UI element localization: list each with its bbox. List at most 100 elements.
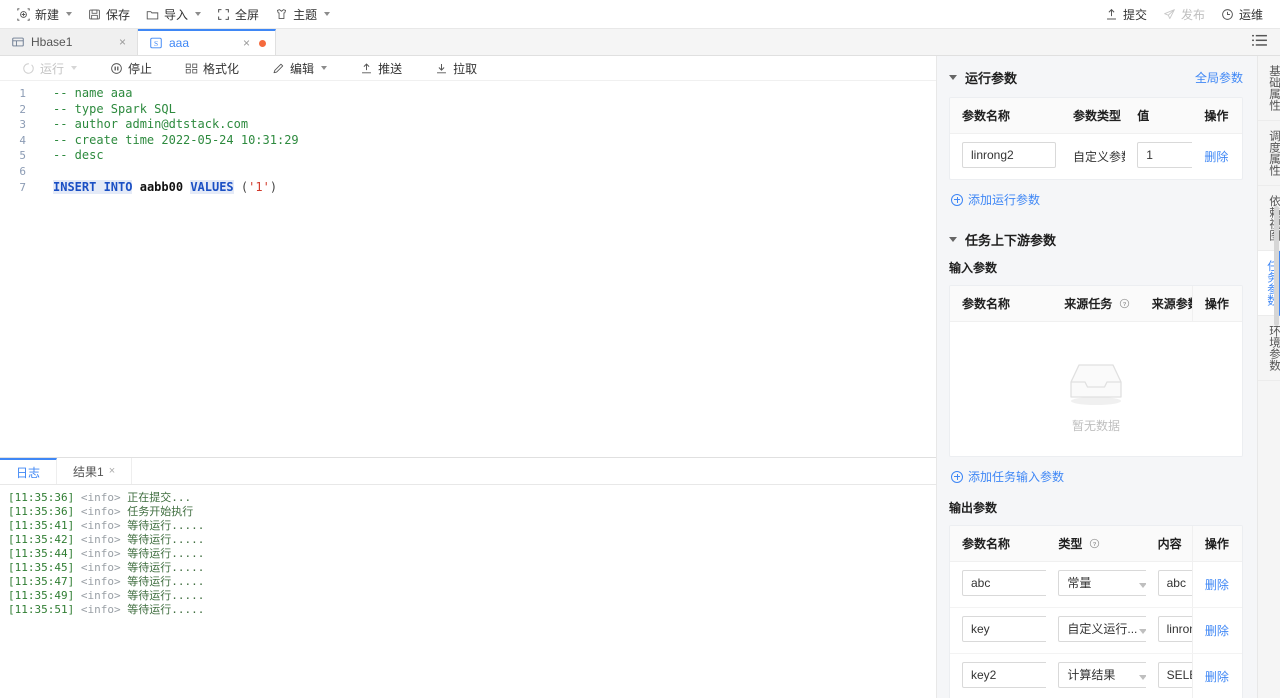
add-input-param-label: 添加任务输入参数	[968, 470, 1065, 484]
log-line: [11:35:42] <info> 等待运行.....	[8, 533, 205, 546]
stop-circle-icon	[110, 62, 123, 75]
cell-param-name: linrong2	[950, 134, 1061, 180]
cell-action: 删除	[1191, 653, 1242, 698]
add-input-param-button[interactable]: 添加任务输入参数	[951, 468, 1243, 485]
run-param-delete-link[interactable]: 删除	[1204, 150, 1228, 164]
side-tab-1[interactable]: 调度属性	[1258, 121, 1280, 186]
code-lines-container: 1 -- name aaa 2 -- type Spark SQL 3 -- author…	[0, 86, 936, 195]
col-param-name: 参数名称	[950, 286, 1053, 322]
output-param-type-select[interactable]: 常量	[1058, 570, 1146, 599]
pull-button[interactable]: 拉取	[427, 58, 485, 79]
log-line: [11:35:49] <info> 等待运行.....	[8, 589, 205, 602]
code-text: -- desc	[53, 148, 104, 163]
input-params-empty-state: 暂无数据	[950, 322, 1242, 456]
push-button-label: 推送	[378, 61, 403, 76]
edit-button-label: 编辑	[290, 61, 315, 76]
run-button[interactable]: 运行	[14, 58, 85, 79]
chevron-down-icon[interactable]	[949, 75, 957, 80]
run-param-value-input[interactable]: 1	[1137, 142, 1193, 168]
output-param-content-input[interactable]: SELEC	[1157, 662, 1193, 688]
side-tab-0[interactable]: 基础属性	[1258, 56, 1280, 121]
output-params-table: 参数名称 类型 ? 内容 操作 abc 常量 abc 删除 key 自定义运行.…	[950, 526, 1242, 698]
app-root: 新建 保存 导入 全屏 主题 提交 发布 运维 Hbase1 × S aaa ×…	[0, 0, 1280, 698]
output-param-name-input[interactable]: key	[962, 616, 1047, 642]
side-tab-label: 调度属性	[1268, 130, 1280, 176]
output-param-content-input[interactable]: abc	[1157, 570, 1193, 596]
output-param-delete-link[interactable]: 删除	[1205, 670, 1229, 684]
col-param-type: 参数类型	[1060, 98, 1126, 134]
workspace-body: 运行 停止 格式化 编辑 推送 拉取 1 -- name aaa 2 -- ty…	[0, 56, 1280, 698]
log-tab-label: 结果1	[73, 464, 104, 479]
log-line: [11:35:47] <info> 等待运行.....	[8, 575, 205, 588]
pull-down-icon	[435, 62, 448, 75]
plus-circle-icon	[951, 193, 963, 206]
code-line: 1 -- name aaa	[0, 86, 936, 102]
file-tab-bar: Hbase1 × S aaa ×	[0, 29, 1280, 56]
chevron-down-icon[interactable]	[949, 237, 957, 242]
table-row: linrong2 自定义参数 1 删除	[950, 134, 1242, 180]
svg-text:S: S	[154, 39, 158, 48]
new-button-label: 新建	[35, 7, 60, 22]
import-button[interactable]: 导入	[139, 3, 208, 26]
output-param-delete-link[interactable]: 删除	[1205, 578, 1229, 592]
code-editor[interactable]: 1 -- name aaa 2 -- type Spark SQL 3 -- author…	[0, 81, 936, 457]
theme-button[interactable]: 主题	[268, 3, 337, 26]
submit-upload-icon	[1105, 8, 1118, 21]
col-param-name: 参数名称	[950, 526, 1047, 562]
stop-button-label: 停止	[128, 61, 153, 76]
output-param-name-input[interactable]: key2	[962, 662, 1047, 688]
file-tab-hbase1[interactable]: Hbase1 ×	[0, 29, 138, 55]
col-type-label: 类型	[1058, 537, 1083, 551]
add-run-param-button[interactable]: 添加运行参数	[951, 191, 1243, 208]
output-param-type-value: 计算结果	[1058, 662, 1146, 688]
code-text: -- name aaa	[53, 86, 133, 100]
log-tab-log[interactable]: 日志	[0, 458, 58, 484]
editor-toolbar: 运行 停止 格式化 编辑 推送 拉取	[0, 56, 936, 81]
output-params-table-box: 参数名称 类型 ? 内容 操作 abc 常量 abc 删除 key 自定义运行.…	[949, 525, 1243, 698]
help-circle-icon[interactable]: ?	[1119, 297, 1130, 311]
run-button-label: 运行	[40, 61, 65, 76]
global-params-link[interactable]: 全局参数	[1195, 69, 1243, 86]
stop-button[interactable]: 停止	[102, 58, 160, 79]
log-tab-close-icon[interactable]: ×	[109, 465, 115, 477]
code-text: -- create time 2022-05-24 10:31:29	[53, 132, 299, 147]
push-button[interactable]: 推送	[352, 58, 410, 79]
file-tab-close-icon[interactable]: ×	[241, 36, 252, 50]
chevron-down-icon	[66, 12, 73, 16]
table-row: key 自定义运行... linrong 删除	[950, 607, 1242, 654]
output-param-type-select[interactable]: 自定义运行...	[1058, 616, 1146, 645]
submit-button[interactable]: 提交	[1098, 3, 1154, 26]
output-param-delete-link[interactable]: 删除	[1205, 624, 1229, 638]
output-param-name-input[interactable]: abc	[962, 570, 1047, 596]
log-output[interactable]: [11:35:36] <info> 正在提交... [11:35:36] <inf…	[0, 485, 936, 698]
plus-target-icon	[17, 7, 30, 21]
publish-button[interactable]: 发布	[1156, 3, 1212, 26]
fullscreen-button[interactable]: 全屏	[210, 3, 266, 26]
file-tab-aaa[interactable]: S aaa ×	[138, 29, 276, 55]
empty-state-row: 暂无数据	[950, 322, 1242, 456]
file-tab-close-icon[interactable]: ×	[117, 35, 128, 49]
table-header-row: 参数名称 来源任务 ? 来源参数 操作	[950, 286, 1242, 322]
properties-scrollbar[interactable]	[1274, 206, 1279, 326]
format-button[interactable]: 格式化	[177, 58, 247, 79]
tab-list-menu-button[interactable]	[1239, 29, 1280, 55]
new-button[interactable]: 新建	[10, 3, 79, 26]
ops-button[interactable]: 运维	[1214, 3, 1270, 26]
task-params-header: 任务上下游参数	[949, 230, 1243, 249]
help-circle-icon[interactable]: ?	[1089, 537, 1100, 551]
publish-send-icon	[1163, 8, 1176, 21]
code-line: 6	[0, 164, 936, 180]
task-params-title: 任务上下游参数	[965, 233, 1057, 248]
edit-button[interactable]: 编辑	[264, 58, 335, 79]
sql-script-icon: S	[149, 36, 163, 50]
output-param-content-input[interactable]: linrong	[1157, 616, 1193, 642]
log-line: [11:35:51] <info> 等待运行.....	[8, 603, 205, 616]
run-param-name-input[interactable]: linrong2	[962, 142, 1056, 168]
col-action: 操作	[1191, 526, 1242, 562]
line-number: 1	[19, 87, 26, 100]
run-param-type-value: 自定义参数	[1072, 150, 1125, 164]
save-button[interactable]: 保存	[81, 3, 137, 26]
log-tab-result1[interactable]: 结果1 ×	[57, 458, 133, 484]
output-param-type-select[interactable]: 计算结果	[1058, 662, 1146, 691]
